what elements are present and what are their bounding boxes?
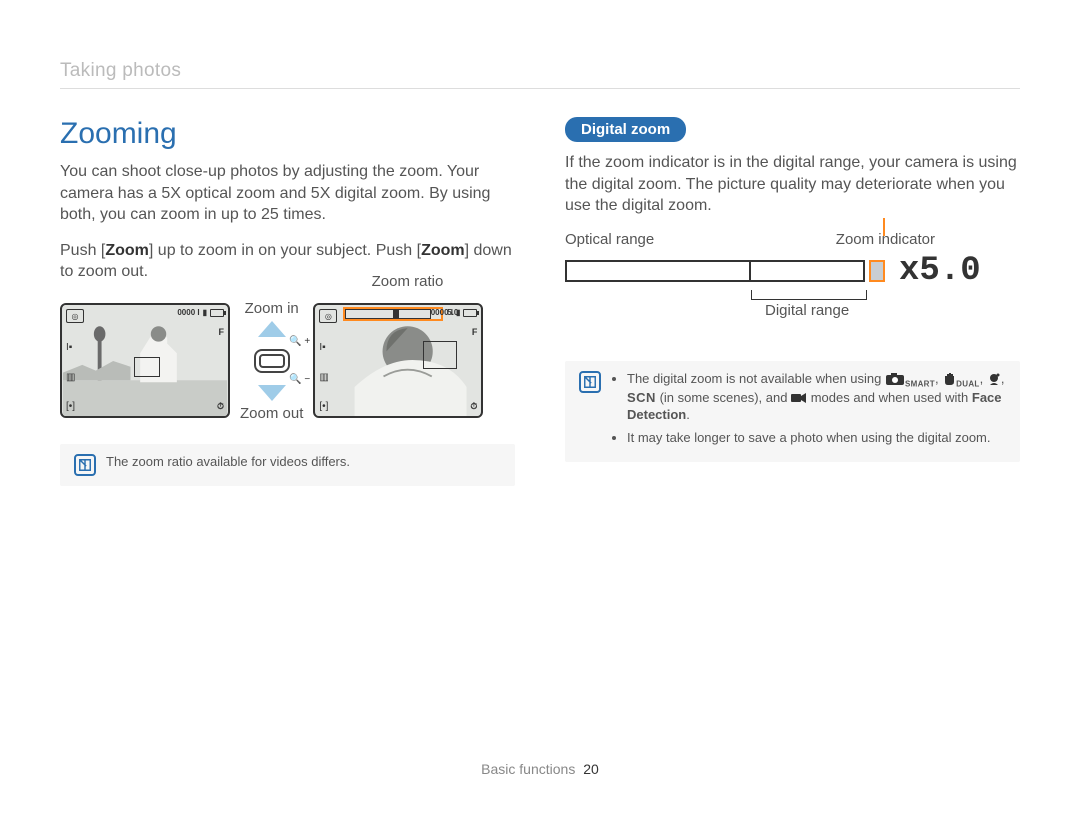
timer-icon: ⏱ (470, 401, 477, 412)
optical-range-label: Optical range (565, 231, 654, 248)
txt: modes and when used with (811, 390, 972, 405)
bracket-icon: [•] (66, 401, 84, 412)
mode-smart-label: SMART (905, 379, 935, 388)
mode-icon: ◎ (319, 309, 337, 323)
mode-icon: ◎ (66, 309, 84, 323)
screen-left-icons: ◎ I▪ ▥ [•] (66, 309, 84, 412)
zoom-ratio-indicator (393, 309, 399, 319)
minus-icon: 🔍 − (289, 375, 310, 385)
zoom-indicator-label: Zoom indicator (836, 231, 935, 248)
camera-mode-icon (885, 372, 905, 386)
zoom-keyword: Zoom (105, 242, 149, 259)
zoom-range-bar (565, 260, 865, 282)
zoom-rocker-icon (254, 349, 290, 373)
zoom-ratio-bar: 5.0 (345, 309, 431, 319)
video-mode-icon (791, 392, 807, 404)
content-columns: Zooming You can shoot close-up photos by… (60, 117, 1020, 486)
mode-dual-label: DUAL (956, 379, 979, 388)
txt: The digital zoom is not available when u… (627, 371, 885, 386)
txt: Push [ (60, 242, 105, 259)
zoom-control-icon: 🔍 + 🔍 − (252, 321, 292, 401)
optical-range-segment (567, 262, 751, 280)
txt: . (686, 407, 690, 422)
mode-scn-label: SCN (627, 390, 656, 405)
screen-top-icons: 0000 I ▮ (431, 308, 478, 317)
ev-icon: I▪ (319, 342, 337, 353)
beauty-mode-icon (987, 372, 1001, 386)
bracket-icon: [•] (319, 401, 337, 412)
digital-zoom-pill: Digital zoom (565, 117, 686, 142)
digital-range-label: Digital range (765, 302, 1020, 319)
zoom-out-label: Zoom out (240, 405, 303, 422)
screen-left-icons: ◎ I▪ ▥ [•] (319, 309, 337, 412)
digital-range-bracket (751, 290, 867, 300)
note-item-1: The digital zoom is not available when u… (627, 371, 1006, 424)
note-icon (579, 371, 601, 393)
counter: 0000 I (177, 308, 199, 317)
flash-icon: F (219, 327, 225, 337)
zoom-in-label: Zoom in (245, 300, 299, 317)
plus-icon: 🔍 + (289, 337, 310, 347)
focus-square (134, 357, 160, 377)
counter: 0000 I (431, 308, 453, 317)
figure-row: ◎ I▪ ▥ [•] 0000 I ▮ F ⏱ Zoom in (60, 300, 515, 422)
battery-icon (210, 309, 224, 317)
zoom-keyword: Zoom (421, 242, 465, 259)
focus-square (423, 341, 457, 369)
camera-screen-tele: 5.0 ◎ I▪ ▥ [•] 0000 I ▮ F ⏱ (313, 303, 483, 418)
digital-zoom-paragraph: If the zoom indicator is in the digital … (565, 152, 1020, 217)
note-list: The digital zoom is not available when u… (611, 371, 1006, 453)
zoom-control-column: Zoom in 🔍 + 🔍 − Zoom out (240, 300, 303, 422)
screen-top-icons: 0000 I ▮ (177, 308, 224, 317)
hand-mode-icon (942, 372, 956, 386)
zoom-indicator-icon (869, 260, 885, 282)
page-number: 20 (583, 761, 599, 777)
arrow-down-icon (258, 385, 286, 401)
zoom-value: x5.0 (899, 252, 981, 290)
timer-icon: ⏱ (217, 401, 224, 412)
flash-icon: F (472, 327, 478, 337)
section-title: Zooming (60, 117, 515, 151)
intro-paragraph: You can shoot close-up photos by adjusti… (60, 161, 515, 226)
note-box: The digital zoom is not available when u… (565, 361, 1020, 463)
sd-icon: ▮ (203, 308, 207, 317)
metering-icon: ▥ (319, 372, 337, 383)
note-icon (74, 454, 96, 476)
screen-right-icons: F ⏱ (470, 327, 477, 412)
arrow-up-icon (258, 321, 286, 337)
note-box: The zoom ratio available for videos diff… (60, 444, 515, 486)
ev-icon: I▪ (66, 342, 84, 353)
metering-icon: ▥ (66, 372, 84, 383)
note-item-2: It may take longer to save a photo when … (627, 430, 1006, 447)
camera-screen-wide: ◎ I▪ ▥ [•] 0000 I ▮ F ⏱ (60, 303, 230, 418)
footer-section: Basic functions (481, 761, 575, 777)
txt: ] up to zoom in on your subject. Push [ (149, 242, 421, 259)
indicator-leader-line (883, 218, 885, 236)
battery-icon (463, 309, 477, 317)
note-text: The zoom ratio available for videos diff… (106, 454, 350, 469)
page-footer: Basic functions 20 (0, 761, 1080, 777)
right-column: Digital zoom If the zoom indicator is in… (565, 117, 1020, 486)
digital-range-segment (751, 262, 863, 280)
zoom-diagram: Optical range Zoom indicator x5.0 Digita… (565, 231, 1020, 331)
left-column: Zooming You can shoot close-up photos by… (60, 117, 515, 486)
breadcrumb: Taking photos (60, 60, 1020, 89)
txt: (in some scenes), and (660, 390, 792, 405)
screen-right-icons: F ⏱ (217, 327, 224, 412)
sd-icon: ▮ (456, 308, 460, 317)
